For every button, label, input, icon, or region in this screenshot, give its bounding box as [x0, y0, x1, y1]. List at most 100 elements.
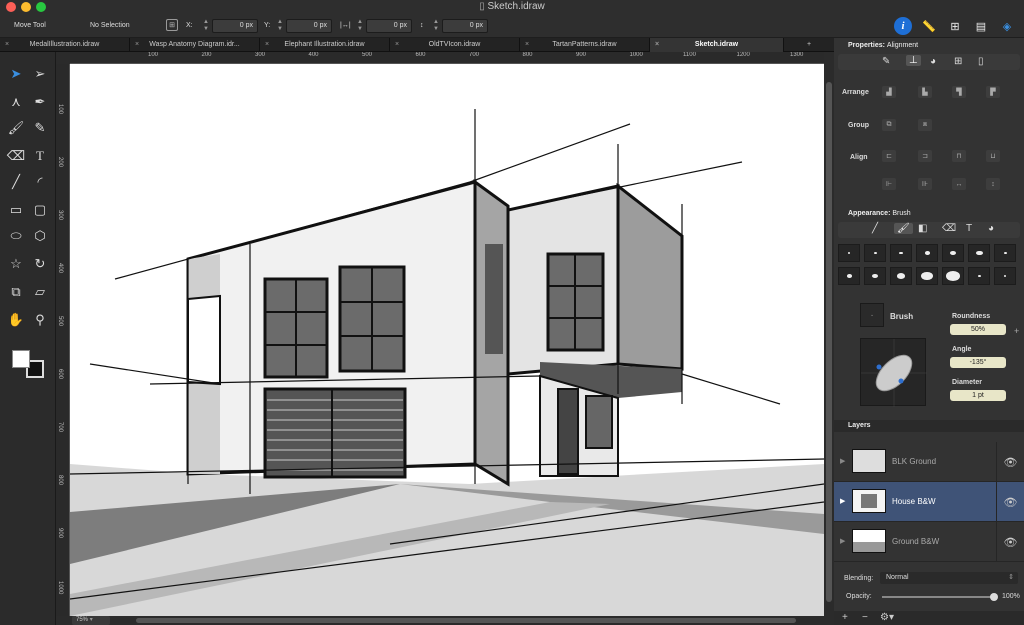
visibility-eye-icon[interactable]: 👁	[996, 442, 1024, 482]
brush-preset[interactable]	[838, 244, 860, 262]
expand-arrow-icon[interactable]: ▶	[840, 537, 845, 545]
pencil-icon[interactable]: ✎	[30, 118, 50, 138]
blending-select[interactable]: Normal ⇕	[880, 572, 1018, 584]
ruler-icon[interactable]: 📏	[920, 17, 938, 35]
new-tab-button[interactable]: +	[784, 38, 834, 52]
expand-arrow-icon[interactable]: ▶	[840, 497, 845, 505]
zoom-icon[interactable]: ⚲	[30, 310, 50, 330]
brush-preset[interactable]	[838, 267, 860, 285]
align-right-button[interactable]: ⊓	[952, 150, 966, 162]
add-brush-button[interactable]: +	[1014, 326, 1019, 336]
pen-tab-icon[interactable]: ✎	[882, 56, 890, 67]
drawing-canvas[interactable]	[70, 64, 824, 616]
shear-icon[interactable]: ▱	[30, 282, 50, 302]
fill-stroke-swatch[interactable]	[12, 350, 46, 380]
polygon-icon[interactable]: ⬡	[30, 226, 50, 246]
bring-forward-button[interactable]: ▙	[918, 86, 932, 98]
close-tab-icon[interactable]: ×	[395, 38, 399, 52]
arrow-select-icon[interactable]: ➤	[6, 64, 26, 84]
ungroup-button[interactable]: ⧈	[918, 119, 932, 131]
remove-layer-button[interactable]: −	[862, 612, 868, 623]
brush-preset[interactable]	[994, 267, 1016, 285]
text-tab-icon[interactable]: T	[966, 223, 972, 234]
close-tab-icon[interactable]: ×	[655, 38, 659, 52]
send-backward-button[interactable]: ▜	[952, 86, 966, 98]
fill-tab-icon[interactable]: ◧	[918, 223, 927, 234]
y-field[interactable]: 0 px	[286, 19, 332, 33]
layer-house-bw[interactable]: ▶ House B&W 👁	[834, 482, 1024, 522]
brush-preset[interactable]	[864, 267, 886, 285]
eraser-icon[interactable]: ⌫	[6, 146, 26, 166]
layer-ground-bw[interactable]: ▶ Ground B&W 👁	[834, 522, 1024, 562]
height-stepper[interactable]: ▲ ▼	[432, 19, 440, 33]
grid-tab-icon[interactable]: ⊞	[954, 56, 962, 67]
expand-arrow-icon[interactable]: ▶	[840, 457, 845, 465]
tab-tartan-patterns[interactable]: × TartanPatterns.idraw	[520, 38, 650, 52]
align-top-button[interactable]: ⊔	[986, 150, 1000, 162]
opacity-slider[interactable]	[882, 593, 998, 601]
brush-icon[interactable]: 🖌	[6, 118, 26, 138]
info-icon[interactable]: i	[894, 17, 912, 35]
tab-sketch[interactable]: × Sketch.idraw	[650, 38, 784, 52]
close-tab-icon[interactable]: ×	[5, 38, 9, 52]
layer-name[interactable]: BLK Ground	[892, 457, 936, 466]
shape-tab-icon[interactable]: ◕	[930, 56, 936, 67]
layers-icon[interactable]: ◈	[998, 17, 1016, 35]
eraser-tab-icon[interactable]: ⌫	[942, 223, 956, 234]
add-layer-button[interactable]: +	[842, 612, 848, 623]
x-stepper[interactable]: ▲ ▼	[202, 19, 210, 33]
close-tab-icon[interactable]: ×	[265, 38, 269, 52]
roundness-field[interactable]: 50%	[950, 324, 1006, 335]
horizontal-scrollbar[interactable]	[56, 616, 834, 625]
height-field[interactable]: 0 px	[442, 19, 488, 33]
y-stepper[interactable]: ▲ ▼	[276, 19, 284, 33]
distribute-v-button[interactable]: ⊪	[918, 178, 932, 190]
text-icon[interactable]: T	[30, 146, 50, 166]
brush-preset[interactable]	[942, 267, 964, 285]
width-stepper[interactable]: ▲ ▼	[356, 19, 364, 33]
x-field[interactable]: 0 px	[212, 19, 258, 33]
direct-select-icon[interactable]: ➢	[30, 64, 50, 84]
align-left-button[interactable]: ⊏	[882, 150, 896, 162]
paint-roller-icon[interactable]: ▤	[972, 17, 990, 35]
group-button[interactable]: ⧉	[882, 119, 896, 131]
visibility-eye-icon[interactable]: 👁	[996, 482, 1024, 522]
pen-icon[interactable]: ✒	[30, 92, 50, 112]
tab-elephant-illustration[interactable]: × Elephant Illustration.idraw	[260, 38, 390, 52]
brush-preset[interactable]	[994, 244, 1016, 262]
artboard-icon[interactable]: ⧉	[6, 282, 26, 302]
line-icon[interactable]: ╱	[6, 172, 26, 192]
send-to-back-button[interactable]: ▛	[986, 86, 1000, 98]
distribute-vspace-button[interactable]: ↕	[986, 178, 1000, 190]
brush-shape-editor[interactable]	[860, 338, 927, 407]
tab-wasp-anatomy[interactable]: × Wasp Anatomy Diagram.idr...	[130, 38, 260, 52]
brush-preset[interactable]	[968, 267, 990, 285]
tab-old-tv-icon[interactable]: × OldTVIcon.idraw	[390, 38, 520, 52]
effects-tab-icon[interactable]: ◕	[988, 223, 994, 234]
layer-name[interactable]: Ground B&W	[892, 537, 939, 546]
layer-blk-ground[interactable]: ▶ BLK Ground 👁	[834, 442, 1024, 482]
brush-preset[interactable]	[916, 244, 938, 262]
fill-color-swatch[interactable]	[12, 350, 30, 368]
rectangle-icon[interactable]: ▭	[6, 200, 26, 220]
zoom-level-select[interactable]: 75% ▾	[72, 616, 110, 625]
horizontal-scroll-thumb[interactable]	[136, 618, 796, 623]
spiral-icon[interactable]: ↻	[30, 254, 50, 274]
brush-preset[interactable]	[968, 244, 990, 262]
line-tab-icon[interactable]: ╱	[872, 223, 878, 234]
brush-preset[interactable]	[916, 267, 938, 285]
arc-icon[interactable]: ◜	[30, 172, 50, 192]
opacity-slider-knob[interactable]	[990, 593, 998, 601]
document-tab-icon[interactable]: ▯	[978, 56, 984, 67]
alignment-tab-icon[interactable]: ⊥	[906, 55, 921, 66]
grid-icon[interactable]: ⊞	[946, 17, 964, 35]
hand-icon[interactable]: ✋	[6, 310, 26, 330]
angle-field[interactable]: -135°	[950, 357, 1006, 368]
distribute-space-button[interactable]: ↔	[952, 178, 966, 190]
node-tool-icon[interactable]: ⋏	[6, 92, 26, 112]
width-field[interactable]: 0 px	[366, 19, 412, 33]
close-tab-icon[interactable]: ×	[525, 38, 529, 52]
brush-tab-icon[interactable]: 🖌	[894, 223, 913, 234]
vertical-scrollbar[interactable]	[824, 52, 834, 616]
rounded-rectangle-icon[interactable]: ▢	[30, 200, 50, 220]
